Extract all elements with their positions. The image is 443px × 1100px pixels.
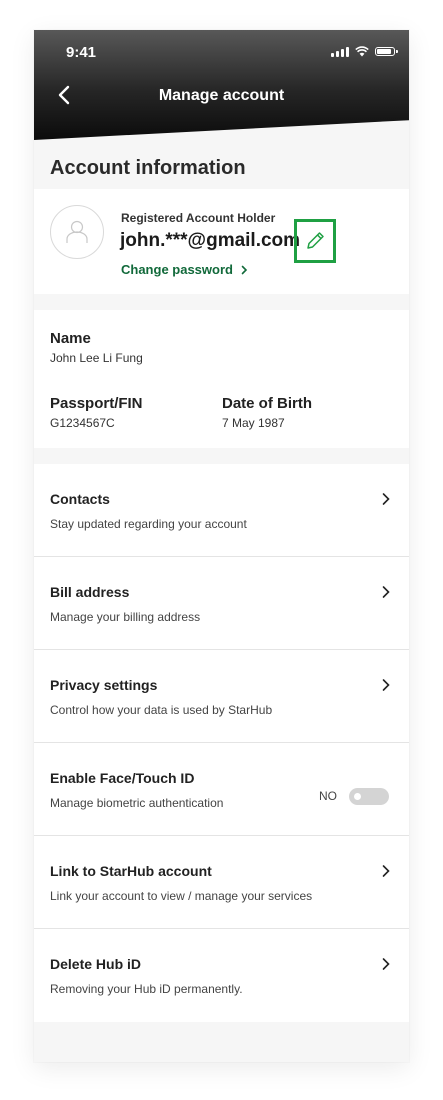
status-time: 9:41 <box>66 44 97 61</box>
dob-label: Date of Birth <box>222 395 312 412</box>
menu-item-contacts[interactable]: Contacts Stay updated regarding your acc… <box>34 464 409 557</box>
account-card: Registered Account Holder john.***@gmail… <box>34 189 409 294</box>
avatar <box>50 205 104 259</box>
dob-value: 7 May 1987 <box>222 416 285 430</box>
biometric-toggle[interactable] <box>349 788 389 805</box>
menu-item-privacy-settings[interactable]: Privacy settings Control how your data i… <box>34 650 409 743</box>
phone-screen: 9:41 Manage account Account information … <box>34 30 409 1062</box>
chevron-right-icon <box>382 586 390 598</box>
settings-menu: Contacts Stay updated regarding your acc… <box>34 464 409 1022</box>
menu-item-subtitle: Stay updated regarding your account <box>50 517 247 531</box>
menu-item-subtitle: Manage your billing address <box>50 610 201 624</box>
menu-item-subtitle: Link your account to view / manage your … <box>50 889 313 903</box>
menu-item-subtitle: Control how your data is used by StarHub <box>50 703 273 717</box>
menu-item-title: Privacy settings <box>50 677 158 693</box>
menu-item-title: Delete Hub iD <box>50 956 142 972</box>
app-header: 9:41 Manage account <box>34 30 409 140</box>
passport-value: G1234567C <box>50 416 115 430</box>
chevron-right-icon <box>241 265 248 274</box>
menu-item-title: Enable Face/Touch ID <box>50 770 195 786</box>
change-password-link[interactable]: Change password <box>121 262 248 277</box>
menu-item-bill-address[interactable]: Bill address Manage your billing address <box>34 557 409 650</box>
status-icons <box>331 46 398 57</box>
chevron-right-icon <box>382 865 390 877</box>
menu-item-title: Link to StarHub account <box>50 863 212 879</box>
pencil-icon <box>307 232 324 249</box>
personal-info-card: Name John Lee Li Fung Passport/FIN G1234… <box>34 310 409 448</box>
chevron-right-icon <box>382 958 390 970</box>
wifi-icon <box>355 46 369 57</box>
name-value: John Lee Li Fung <box>50 351 143 365</box>
user-icon <box>66 220 88 243</box>
page-title: Manage account <box>158 87 285 104</box>
menu-item-title: Bill address <box>50 584 130 600</box>
menu-item-subtitle: Removing your Hub iD permanently. <box>50 982 243 996</box>
menu-item-delete-hub-id[interactable]: Delete Hub iD Removing your Hub iD perma… <box>34 929 409 1022</box>
menu-item-face-touch-id: Enable Face/Touch ID Manage biometric au… <box>34 743 409 836</box>
chevron-right-icon <box>382 679 390 691</box>
passport-label: Passport/FIN <box>50 395 143 412</box>
battery-icon <box>375 47 398 56</box>
section-title: Account information <box>50 157 246 179</box>
name-label: Name <box>50 330 91 347</box>
menu-item-subtitle: Manage biometric authentication <box>50 796 224 810</box>
chevron-right-icon <box>382 493 390 505</box>
toggle-state-label: NO <box>319 789 337 803</box>
change-password-label: Change password <box>121 262 233 277</box>
holder-label: Registered Account Holder <box>121 211 276 225</box>
menu-item-title: Contacts <box>50 491 110 507</box>
menu-item-link-starhub[interactable]: Link to StarHub account Link your accoun… <box>34 836 409 929</box>
signal-icon <box>331 46 349 57</box>
account-email: john.***@gmail.com <box>120 230 301 251</box>
edit-email-button[interactable] <box>294 219 336 263</box>
